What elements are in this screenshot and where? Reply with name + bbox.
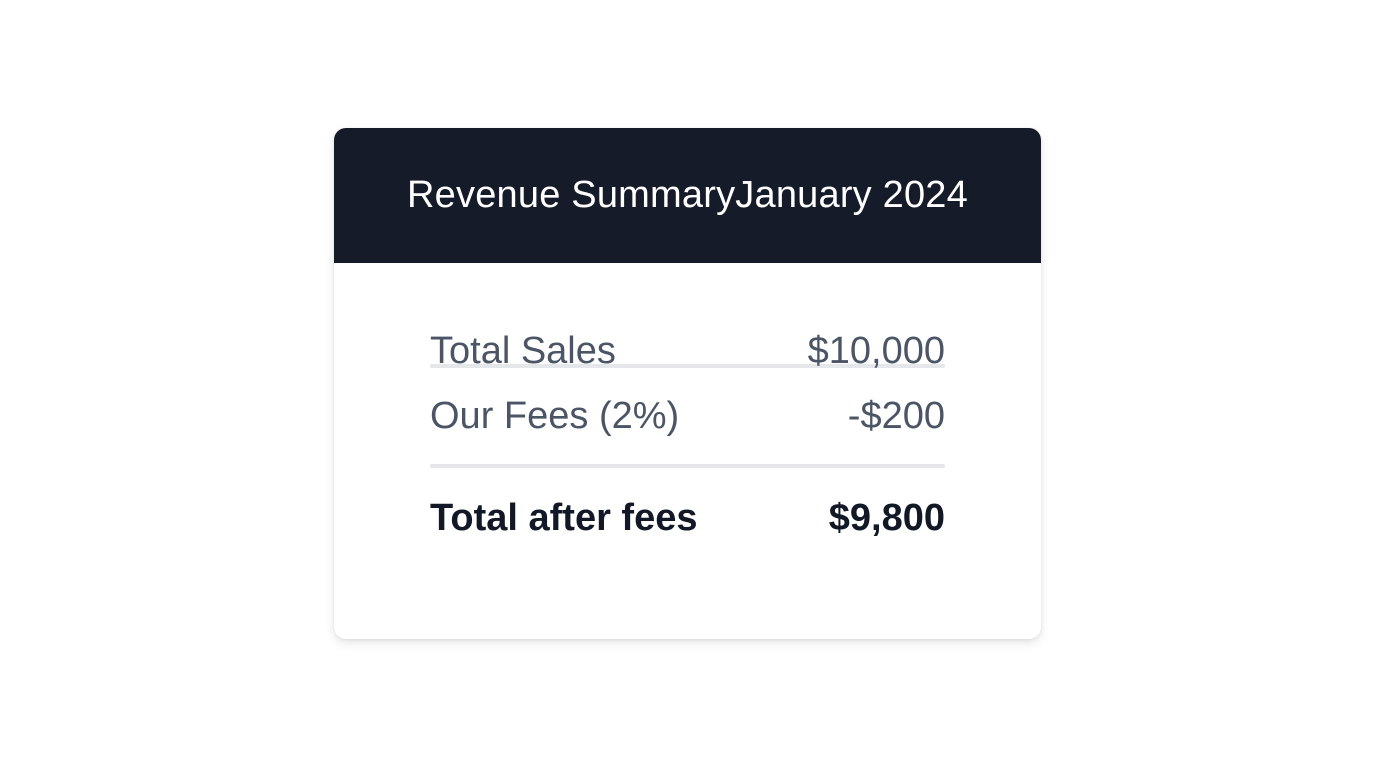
row-value: $10,000: [807, 329, 945, 372]
total-value: $9,800: [828, 496, 945, 539]
card-title: Revenue Summary: [407, 174, 736, 216]
revenue-summary-card: Revenue Summary January 2024 Total Sales …: [334, 128, 1041, 639]
row-label: Total Sales: [430, 329, 616, 372]
card-period: January 2024: [735, 174, 968, 216]
card-body: Total Sales $10,000 Our Fees (2%) -$200 …: [334, 301, 1041, 568]
summary-row-total-after-fees: Total after fees $9,800: [430, 468, 945, 568]
row-value: -$200: [847, 394, 945, 437]
row-label: Our Fees (2%): [430, 394, 680, 437]
summary-row-fees: Our Fees (2%) -$200: [430, 368, 945, 464]
card-header: Revenue Summary January 2024: [334, 128, 1041, 263]
total-label: Total after fees: [430, 496, 698, 539]
